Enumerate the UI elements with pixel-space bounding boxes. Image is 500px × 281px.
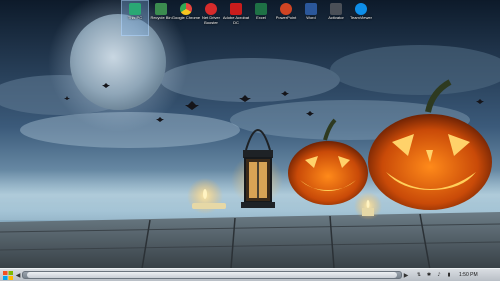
taskbar-scroll-left-button[interactable]: ◀ bbox=[14, 271, 22, 280]
driver-booster-icon bbox=[205, 3, 217, 15]
bluetooth-icon[interactable]: ✱ bbox=[426, 272, 432, 278]
taskbar: ◀ ▶ ⇅ ✱ ♪ ▮ 1:50 PM bbox=[0, 268, 500, 281]
desktop-icon-this-pc[interactable]: This PC bbox=[121, 0, 149, 36]
clock[interactable]: 1:50 PM bbox=[459, 272, 478, 278]
excel-icon bbox=[255, 3, 267, 15]
powerpoint-icon bbox=[280, 3, 292, 15]
volume-icon[interactable]: ♪ bbox=[436, 272, 442, 278]
desktop-icons: This PC Recycle Bin Google Chrome Net Dr… bbox=[0, 0, 500, 40]
acrobat-icon bbox=[230, 3, 242, 15]
taskbar-scroll-right-button[interactable]: ▶ bbox=[402, 271, 410, 280]
taskbar-scrollbar[interactable] bbox=[22, 271, 402, 279]
taskbar-scrollbar-thumb[interactable] bbox=[27, 272, 397, 278]
windows-logo-icon bbox=[3, 270, 13, 280]
system-tray: ⇅ ✱ ♪ ▮ 1:50 PM bbox=[416, 272, 478, 278]
teamviewer-icon bbox=[355, 3, 367, 15]
desktop-icon-label: TeamViewer bbox=[350, 15, 372, 20]
activator-icon bbox=[330, 3, 342, 15]
chrome-icon bbox=[180, 3, 192, 15]
this-pc-icon bbox=[129, 3, 141, 15]
battery-icon[interactable]: ▮ bbox=[446, 272, 452, 278]
network-icon[interactable]: ⇅ bbox=[416, 272, 422, 278]
word-icon bbox=[305, 3, 317, 15]
recycle-bin-icon bbox=[155, 3, 167, 15]
start-button[interactable] bbox=[2, 270, 14, 280]
desktop-icon-teamviewer[interactable]: TeamViewer bbox=[348, 1, 374, 35]
halloween-wallpaper bbox=[0, 0, 500, 281]
